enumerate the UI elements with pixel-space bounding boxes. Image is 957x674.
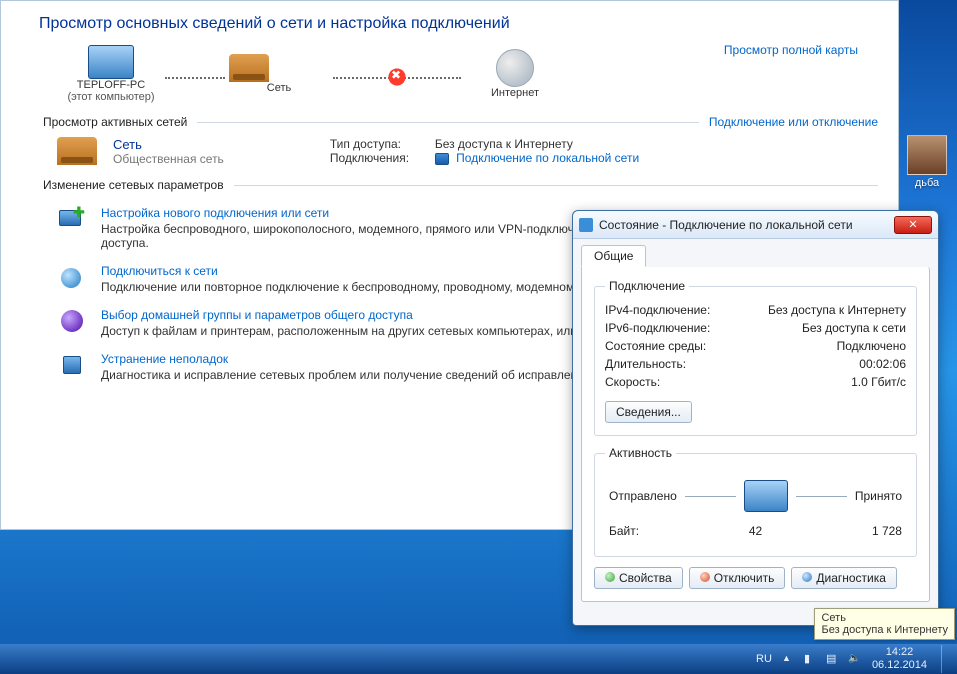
diagnose-button-label: Диагностика xyxy=(816,571,886,585)
troubleshoot-icon xyxy=(57,352,87,380)
activity-group-title: Активность xyxy=(605,446,676,460)
disable-button[interactable]: Отключить xyxy=(689,567,786,589)
activity-row: Отправлено Принято xyxy=(609,480,902,512)
page-title: Просмотр основных сведений о сети и наст… xyxy=(39,15,878,33)
new-connection-icon: ✚ xyxy=(57,206,87,234)
connection-link[interactable]: Подключение по локальной сети xyxy=(435,151,639,165)
change-settings-header: Изменение сетевых параметров xyxy=(43,178,878,192)
map-node-network: Сеть xyxy=(229,54,329,94)
network-tray-icon[interactable] xyxy=(826,652,840,666)
tab-general[interactable]: Общие xyxy=(581,245,646,267)
taskbar-clock[interactable]: 14:22 06.12.2014 xyxy=(872,646,927,671)
bench-icon xyxy=(229,54,269,82)
sent-label: Отправлено xyxy=(609,489,677,503)
system-tray xyxy=(782,652,862,666)
speed-value: 1.0 Гбит/с xyxy=(851,375,906,389)
active-network-row: Сеть Общественная сеть Тип доступа: Без … xyxy=(57,137,878,166)
activity-monitor-icon xyxy=(744,480,788,512)
dialog-title: Состояние - Подключение по локальной сет… xyxy=(599,218,894,232)
desktop-icon-pic xyxy=(907,135,947,175)
access-type-label: Тип доступа: xyxy=(330,137,425,151)
adapter-icon xyxy=(579,218,593,232)
connection-group-title: Подключение xyxy=(605,279,689,293)
received-label: Принято xyxy=(855,489,902,503)
connection-status-dialog: Состояние - Подключение по локальной сет… xyxy=(572,210,939,626)
network-map: TEPLOFF-PC (этот компьютер) Сеть Интерне… xyxy=(61,45,878,103)
task-desc-troubleshoot: Диагностика и исправление сетевых пробле… xyxy=(101,368,594,382)
bytes-received: 1 728 xyxy=(872,524,902,538)
connect-disconnect-link[interactable]: Подключение или отключение xyxy=(709,115,878,129)
network-type[interactable]: Общественная сеть xyxy=(113,152,224,166)
map-pc-sublabel: (этот компьютер) xyxy=(61,91,161,103)
network-tray-tooltip: Сеть Без доступа к Интернету xyxy=(814,608,955,640)
battery-icon[interactable] xyxy=(804,652,818,666)
tab-body: Подключение IPv4-подключение: Без доступа… xyxy=(581,267,930,602)
desktop-icon[interactable]: дьба xyxy=(903,135,951,189)
ipv6-label: IPv6-подключение: xyxy=(605,321,710,335)
map-internet-label: Интернет xyxy=(465,87,565,99)
properties-button-label: Свойства xyxy=(619,571,672,585)
map-node-internet: Интернет xyxy=(465,49,565,99)
ipv4-value: Без доступа к Интернету xyxy=(768,303,906,317)
media-state-label: Состояние среды: xyxy=(605,339,706,353)
map-pc-label: TEPLOFF-PC xyxy=(61,79,161,91)
connections-label: Подключения: xyxy=(330,151,425,165)
properties-button[interactable]: Свойства xyxy=(594,567,683,589)
tray-overflow-icon[interactable] xyxy=(782,652,796,666)
tooltip-line2: Без доступа к Интернету xyxy=(821,624,948,636)
tooltip-line1: Сеть xyxy=(821,612,948,624)
connect-network-icon xyxy=(57,264,87,292)
active-networks-title: Просмотр активных сетей xyxy=(43,115,187,129)
details-button[interactable]: Сведения... xyxy=(605,401,692,423)
dialog-titlebar[interactable]: Состояние - Подключение по локальной сет… xyxy=(573,211,938,239)
media-state-value: Подключено xyxy=(837,339,906,353)
map-link-1 xyxy=(165,77,225,79)
activity-group: Активность Отправлено Принято Байт: 42 1… xyxy=(594,446,917,557)
desktop-icon-label: дьба xyxy=(903,177,951,189)
network-name[interactable]: Сеть xyxy=(113,137,224,152)
dialog-button-row: Свойства Отключить Диагностика xyxy=(594,567,917,589)
duration-label: Длительность: xyxy=(605,357,686,371)
volume-icon[interactable] xyxy=(848,652,862,666)
connection-group: Подключение IPv4-подключение: Без доступа… xyxy=(594,279,917,436)
change-settings-title: Изменение сетевых параметров xyxy=(43,178,224,192)
globe-icon xyxy=(496,49,534,87)
map-link-3 xyxy=(401,77,461,79)
bytes-row: Байт: 42 1 728 xyxy=(609,524,902,538)
tab-strip: Общие xyxy=(573,239,938,267)
active-networks-header: Просмотр активных сетей Подключение или … xyxy=(43,115,878,129)
show-desktop-button[interactable] xyxy=(941,645,951,673)
speed-label: Скорость: xyxy=(605,375,660,389)
map-link-2 xyxy=(333,77,393,79)
language-indicator[interactable]: RU xyxy=(756,653,772,665)
bytes-label: Байт: xyxy=(609,524,639,538)
duration-value: 00:02:06 xyxy=(859,357,906,371)
network-details: Тип доступа: Без доступа к Интернету Под… xyxy=(330,137,639,165)
connection-link-text: Подключение по локальной сети xyxy=(456,151,639,165)
disable-button-label: Отключить xyxy=(714,571,775,585)
bytes-sent: 42 xyxy=(749,524,762,538)
access-type-value: Без доступа к Интернету xyxy=(435,137,573,151)
close-button[interactable]: ✕ xyxy=(894,216,932,234)
network-category-icon xyxy=(57,137,97,165)
computer-icon xyxy=(88,45,134,79)
diagnose-button[interactable]: Диагностика xyxy=(791,567,897,589)
map-network-label: Сеть xyxy=(229,82,329,94)
homegroup-icon xyxy=(57,308,87,336)
taskbar: RU 14:22 06.12.2014 xyxy=(0,644,957,674)
ipv6-value: Без доступа к сети xyxy=(802,321,906,335)
clock-date: 06.12.2014 xyxy=(872,659,927,672)
adapter-icon xyxy=(435,153,449,165)
map-node-pc: TEPLOFF-PC (этот компьютер) xyxy=(61,45,161,103)
clock-time: 14:22 xyxy=(872,646,927,659)
ipv4-label: IPv4-подключение: xyxy=(605,303,710,317)
